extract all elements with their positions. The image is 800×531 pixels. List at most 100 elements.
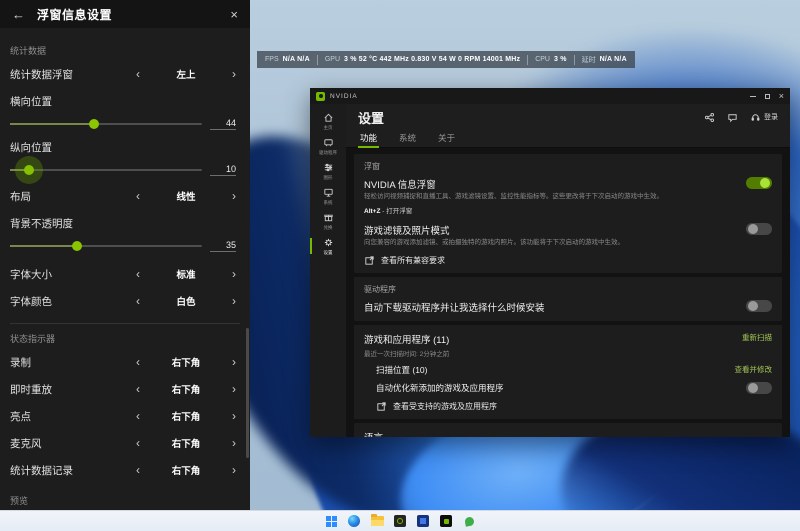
- chevron-right-icon[interactable]: ›: [232, 383, 236, 395]
- chevron-right-icon[interactable]: ›: [232, 268, 236, 280]
- chevron-right-icon[interactable]: ›: [232, 437, 236, 449]
- chevron-left-icon[interactable]: ‹: [136, 464, 140, 476]
- divider: [317, 55, 318, 65]
- auto-optimize-toggle[interactable]: [746, 382, 772, 394]
- layout-label: 布局: [10, 189, 136, 204]
- chevron-right-icon[interactable]: ›: [232, 410, 236, 422]
- chevron-left-icon[interactable]: ‹: [136, 356, 140, 368]
- microphone-row: 麦克风 ‹ 右下角 ›: [10, 433, 236, 453]
- font-color-row: 字体颜色 ‹ 白色 ›: [10, 291, 236, 311]
- share-button[interactable]: [704, 112, 715, 123]
- sidebar-item-graphics[interactable]: 图形: [310, 160, 346, 182]
- vertical-position-value[interactable]: 10: [210, 164, 236, 176]
- drivers-icon: [323, 137, 334, 148]
- overlay-position-label: 统计数据浮窗: [10, 67, 136, 82]
- tab-about[interactable]: 关于: [438, 132, 455, 148]
- panel-scrollbar[interactable]: [246, 328, 249, 458]
- chevron-left-icon[interactable]: ‹: [136, 268, 140, 280]
- sidebar-item-label: 驱动程序: [319, 149, 337, 155]
- taskbar-file-explorer-icon[interactable]: [370, 514, 384, 528]
- chevron-right-icon[interactable]: ›: [232, 190, 236, 202]
- review-edit-link[interactable]: 查看并修改: [735, 364, 773, 375]
- sidebar-item-label: 系统: [323, 199, 332, 205]
- sidebar-item-home[interactable]: 主页: [310, 110, 346, 132]
- overlay-settings-panel: ← 浮窗信息设置 × 统计数据 统计数据浮窗 ‹ 左上 › 横向位置 44: [0, 0, 250, 531]
- taskbar-nvidia-overlay-icon[interactable]: [439, 514, 453, 528]
- taskbar-edge-icon[interactable]: [347, 514, 361, 528]
- sidebar-item-redeem[interactable]: 兑换: [310, 210, 346, 232]
- divider: [527, 55, 528, 65]
- vertical-position-slider[interactable]: [10, 169, 202, 171]
- minimize-icon[interactable]: [750, 96, 756, 97]
- chevron-left-icon[interactable]: ‹: [136, 190, 140, 202]
- game-filter-toggle[interactable]: [746, 223, 772, 235]
- taskbar-nvidia-app-icon[interactable]: [393, 514, 407, 528]
- sidebar-item-system[interactable]: 系统: [310, 185, 346, 207]
- slider-knob[interactable]: [89, 119, 99, 129]
- feedback-button[interactable]: [727, 112, 738, 123]
- close-icon[interactable]: ×: [230, 7, 238, 22]
- record-label: 录制: [10, 355, 136, 370]
- info-overlay-desc: 轻松访问视频捕捉和直播工具、游戏滤镜设置、监控性能指标等。这些更改将于下次启动的…: [364, 193, 736, 202]
- chevron-right-icon[interactable]: ›: [232, 356, 236, 368]
- home-icon: [323, 112, 334, 123]
- cpu-value: 3 %: [554, 56, 567, 63]
- tab-features[interactable]: 功能: [360, 132, 377, 148]
- info-overlay-shortcut: Alt+Z - 打开浮窗: [364, 205, 736, 215]
- shortcut-key: Alt+Z: [364, 208, 380, 215]
- chevron-left-icon[interactable]: ‹: [136, 410, 140, 422]
- share-icon: [704, 112, 715, 123]
- back-icon[interactable]: ←: [12, 7, 25, 22]
- taskbar-sprout-app-icon[interactable]: [462, 514, 476, 528]
- rescan-link[interactable]: 重新扫描: [742, 332, 772, 343]
- horizontal-position-value[interactable]: 44: [210, 118, 236, 130]
- horizontal-position-slider[interactable]: [10, 123, 202, 125]
- driver-section-label: 驱动程序: [364, 284, 772, 295]
- sidebar-item-settings[interactable]: 设置: [310, 235, 346, 257]
- overlay-section-card: 浮窗 NVIDIA 信息浮窗 轻松访问视频捕捉和直播工具、游戏滤镜设置、监控性能…: [354, 154, 782, 273]
- layout-value: 线性: [176, 189, 195, 203]
- login-button[interactable]: 登录: [750, 112, 778, 123]
- chevron-left-icon[interactable]: ‹: [136, 437, 140, 449]
- tab-system[interactable]: 系统: [399, 132, 416, 148]
- font-size-label: 字体大小: [10, 267, 136, 282]
- section-preview-label: 预览: [10, 494, 236, 507]
- bg-opacity-slider[interactable]: [10, 245, 202, 247]
- chevron-left-icon[interactable]: ‹: [136, 295, 140, 307]
- compat-requirements-link[interactable]: 查看所有兼容要求: [364, 255, 772, 266]
- language-title: 语言: [364, 430, 772, 437]
- nvidia-logo-icon: [316, 92, 325, 101]
- section-indicators-label: 状态指示器: [10, 332, 236, 345]
- chevron-left-icon[interactable]: ‹: [136, 68, 140, 80]
- window-close-icon[interactable]: ×: [779, 92, 784, 101]
- slider-knob[interactable]: [24, 165, 34, 175]
- chevron-left-icon[interactable]: ‹: [136, 383, 140, 395]
- panel-header: ← 浮窗信息设置 ×: [0, 0, 250, 28]
- cpu-label: CPU: [535, 56, 550, 63]
- settings-content: 浮窗 NVIDIA 信息浮窗 轻松访问视频捕捉和直播工具、游戏滤镜设置、监控性能…: [346, 148, 790, 437]
- instant-replay-value: 右下角: [172, 382, 201, 396]
- chevron-right-icon[interactable]: ›: [232, 295, 236, 307]
- overlay-section-label: 浮窗: [364, 161, 772, 172]
- auto-download-toggle[interactable]: [746, 300, 772, 312]
- font-size-row: 字体大小 ‹ 标准 ›: [10, 264, 236, 284]
- overlay-position-row: 统计数据浮窗 ‹ 左上 ›: [10, 64, 236, 84]
- microphone-value: 右下角: [172, 436, 201, 450]
- chevron-right-icon[interactable]: ›: [232, 68, 236, 80]
- feedback-icon: [727, 112, 738, 123]
- supported-games-link[interactable]: 查看受支持的游戏及应用程序: [376, 401, 772, 412]
- taskbar-store-app-icon[interactable]: [416, 514, 430, 528]
- latency-value: N/A N/A: [600, 56, 627, 63]
- sliders-icon: [323, 162, 334, 173]
- info-overlay-toggle[interactable]: [746, 177, 772, 189]
- slider-knob[interactable]: [72, 241, 82, 251]
- bg-opacity-value[interactable]: 35: [210, 240, 236, 252]
- sidebar-item-label: 兑换: [323, 224, 332, 230]
- sidebar-item-drivers[interactable]: 驱动程序: [310, 135, 346, 157]
- font-color-value: 白色: [176, 294, 195, 308]
- divider: [574, 55, 575, 65]
- start-button[interactable]: [324, 514, 338, 528]
- chevron-right-icon[interactable]: ›: [232, 464, 236, 476]
- window-titlebar[interactable]: NVIDIA ×: [310, 88, 790, 104]
- maximize-icon[interactable]: [765, 94, 770, 99]
